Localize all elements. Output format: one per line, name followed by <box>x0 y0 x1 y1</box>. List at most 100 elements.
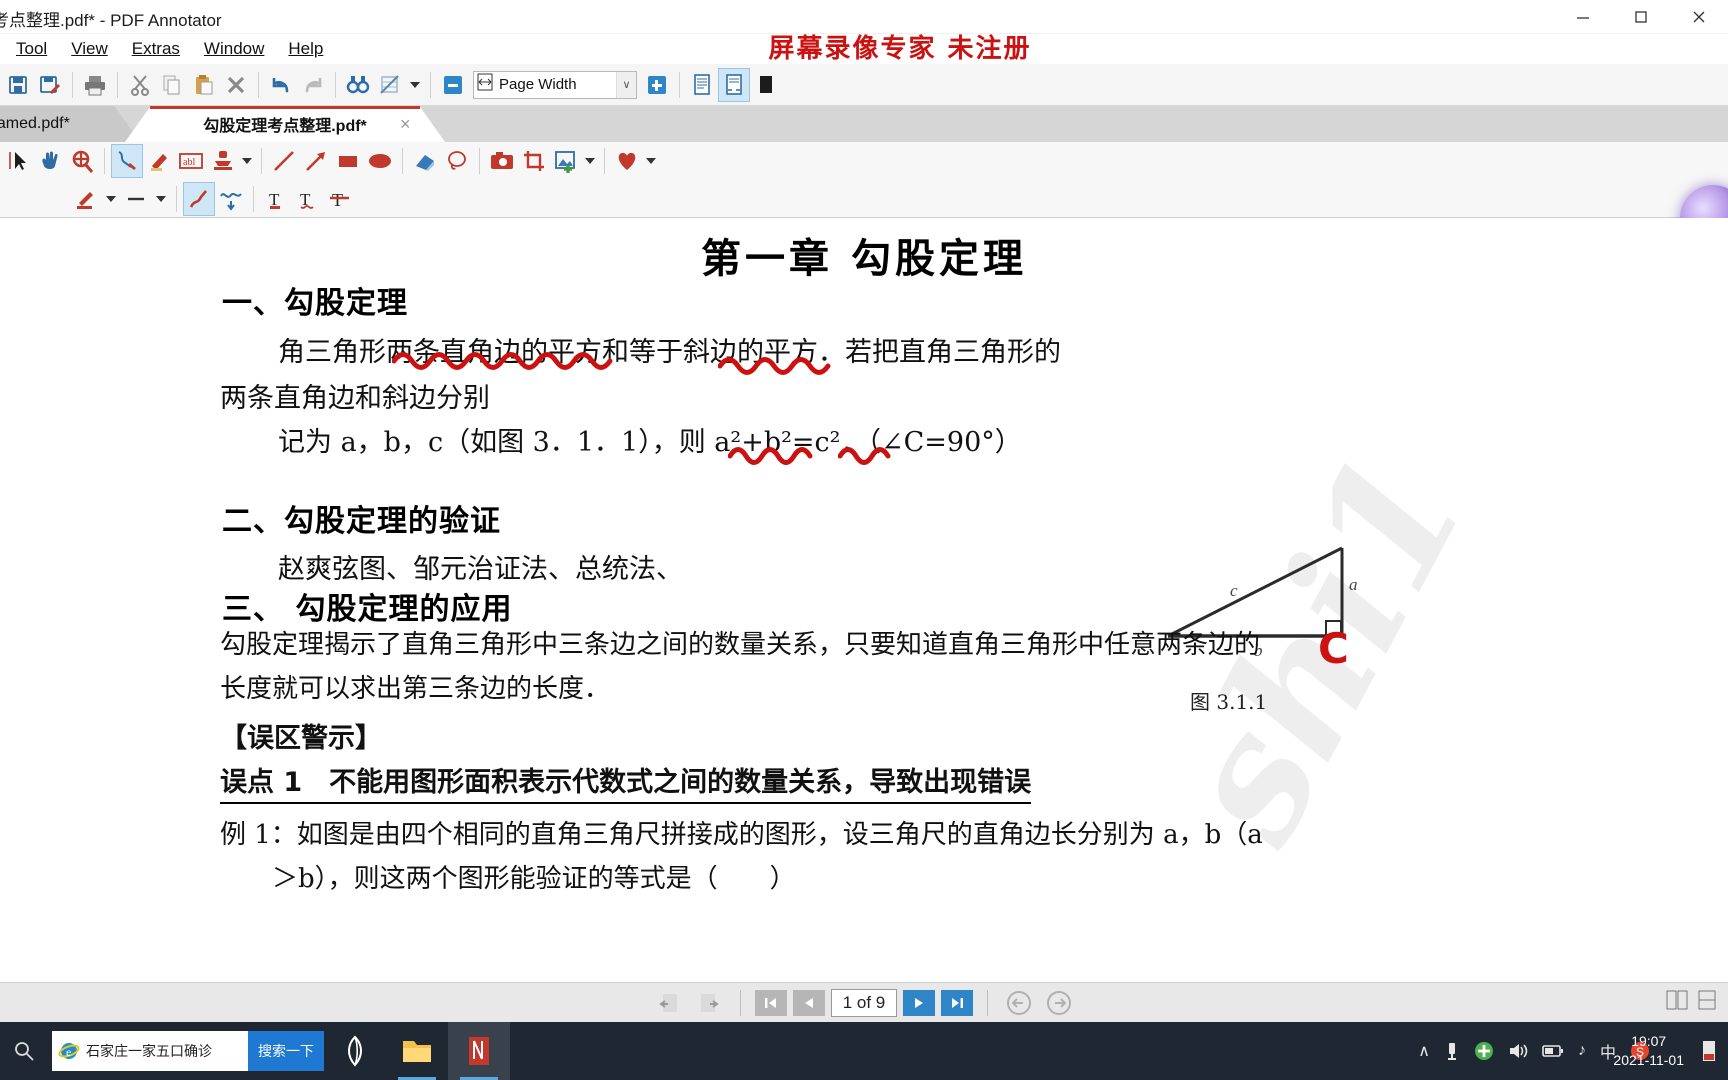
highlighter-icon[interactable] <box>143 144 175 178</box>
search-submit-button[interactable]: 搜索一下 <box>248 1031 324 1071</box>
navigate-forward-icon[interactable] <box>1042 989 1076 1017</box>
taskbar-search-box[interactable]: e 石家庄一家五口确诊 搜索一下 <box>52 1031 324 1071</box>
text-box-icon[interactable]: abl <box>175 144 207 178</box>
view-full-screen-icon[interactable] <box>750 68 782 102</box>
select-cursor-icon[interactable] <box>2 144 34 178</box>
menu-view[interactable]: View <box>59 37 120 61</box>
toolbar-separator <box>402 148 403 174</box>
favorite-caret-icon[interactable] <box>643 144 659 178</box>
cut-icon[interactable] <box>124 68 156 102</box>
pdf-document-view[interactable]: shi1 第一章 勾股定理 一、勾股定理 角三角形两条直角边的平方和等于斜边的平… <box>0 218 1728 982</box>
copy-icon[interactable] <box>156 68 188 102</box>
page-indicator[interactable]: 1 of 9 <box>831 988 897 1017</box>
pdf-annotator-window: 考点整理.pdf* - PDF Annotator Tool View Extr… <box>0 0 1728 1080</box>
paste-icon[interactable] <box>188 68 220 102</box>
snapshot-camera-icon[interactable] <box>486 144 518 178</box>
warning-heading: 【误区警示】 <box>220 723 382 754</box>
pen-color-icon[interactable] <box>70 182 102 216</box>
menu-window[interactable]: Window <box>192 37 276 61</box>
text-subscript-icon[interactable]: T <box>292 182 324 216</box>
undo-icon[interactable] <box>265 68 297 102</box>
scroll-mode-icon[interactable] <box>1696 990 1718 1015</box>
navigate-back-icon[interactable] <box>1002 989 1036 1017</box>
tab-unnamed-pdf[interactable]: named.pdf* <box>0 106 140 142</box>
save-as-icon[interactable] <box>34 68 66 102</box>
clock-time: 19:07 <box>1631 1033 1667 1050</box>
insert-image-caret-icon[interactable] <box>582 144 598 178</box>
ink-letter-C-annotation: C <box>1318 624 1349 673</box>
save-icon[interactable] <box>2 68 34 102</box>
next-view-icon[interactable] <box>692 989 726 1017</box>
menu-help[interactable]: Help <box>276 37 335 61</box>
pen-width-icon[interactable] <box>120 182 152 216</box>
insert-image-icon[interactable] <box>550 144 582 178</box>
taskbar-clock[interactable]: 19:07 2021-11-01 <box>1613 1032 1684 1070</box>
close-button[interactable] <box>1670 0 1728 34</box>
maximize-button[interactable] <box>1612 0 1670 34</box>
task-pdf-annotator-icon[interactable] <box>448 1022 510 1080</box>
tray-volume-icon[interactable] <box>1508 1042 1528 1060</box>
pen-width-caret-icon[interactable] <box>152 182 170 216</box>
freehand-smooth-icon[interactable] <box>183 181 215 216</box>
tray-battery-icon[interactable] <box>1542 1043 1564 1059</box>
menu-window-label: Window <box>203 39 265 58</box>
tab-gougu-pdf[interactable]: 勾股定理考点整理.pdf* <box>125 106 445 142</box>
crop-icon[interactable] <box>518 144 550 178</box>
tray-usb-icon[interactable] <box>1444 1041 1460 1061</box>
eraser-icon[interactable] <box>409 144 441 178</box>
zoom-magnifier-icon[interactable] <box>66 144 98 178</box>
pan-hand-icon[interactable] <box>34 144 66 178</box>
tab-close-icon[interactable]: × <box>400 114 411 135</box>
tray-chevron-up-icon[interactable]: ∧ <box>1418 1041 1430 1061</box>
dropdown-caret-icon[interactable] <box>406 68 424 102</box>
svg-text:c: c <box>1230 581 1238 600</box>
pen-color-caret-icon[interactable] <box>102 182 120 216</box>
erase-page-icon[interactable] <box>374 68 406 102</box>
minimize-button[interactable] <box>1554 0 1612 34</box>
toolbar-separator <box>72 71 73 98</box>
svg-text:T: T <box>332 190 343 210</box>
zoom-level-combobox[interactable]: Page Width ∨ <box>473 70 637 99</box>
tray-shield-icon[interactable] <box>1474 1041 1494 1061</box>
toolbar-separator <box>258 71 259 98</box>
show-desktop-icon[interactable] <box>1694 1029 1724 1073</box>
lasso-icon[interactable] <box>441 144 473 178</box>
redo-icon[interactable] <box>297 68 329 102</box>
delete-icon[interactable] <box>220 68 252 102</box>
clock-date: 2021-11-01 <box>1613 1052 1684 1068</box>
task-explorer-icon[interactable] <box>386 1022 448 1080</box>
toolbar-separator <box>253 185 254 212</box>
arrow-icon[interactable] <box>300 144 332 178</box>
next-page-button[interactable] <box>903 989 935 1016</box>
menu-tool[interactable]: Tool <box>4 37 59 61</box>
section-3-line-2: 长度就可以求出第三条边的长度． <box>220 674 611 704</box>
start-search-icon[interactable] <box>0 1041 48 1061</box>
text-style-icon[interactable]: T <box>260 182 292 216</box>
first-page-button[interactable] <box>755 989 787 1016</box>
squiggle-icon[interactable] <box>215 182 247 216</box>
view-single-page-icon[interactable] <box>686 68 718 102</box>
prev-view-icon[interactable] <box>652 989 686 1017</box>
tray-music-icon[interactable]: ♪ <box>1578 1042 1586 1060</box>
last-page-button[interactable] <box>941 989 973 1016</box>
task-browser-icon[interactable] <box>324 1022 386 1080</box>
menu-extras[interactable]: Extras <box>120 37 192 61</box>
zoom-out-button[interactable] <box>437 68 469 102</box>
zoom-in-button[interactable] <box>641 68 673 102</box>
ellipse-icon[interactable] <box>364 144 396 178</box>
favorite-heart-icon[interactable] <box>611 144 643 178</box>
print-icon[interactable] <box>79 68 111 102</box>
annotation-toolbar: abl <box>0 142 1728 180</box>
find-icon[interactable] <box>342 68 374 102</box>
stamp-caret-icon[interactable] <box>239 144 255 178</box>
rectangle-icon[interactable] <box>332 144 364 178</box>
chevron-down-icon[interactable]: ∨ <box>616 71 636 98</box>
previous-page-button[interactable] <box>793 989 825 1016</box>
page-layout-icon[interactable] <box>1666 990 1688 1015</box>
text-strikethrough-icon[interactable]: T <box>324 182 356 216</box>
line-icon[interactable] <box>268 144 300 178</box>
pen-tool-icon[interactable] <box>111 144 143 178</box>
stamp-icon[interactable] <box>207 144 239 178</box>
view-fit-page-icon[interactable] <box>718 67 750 102</box>
toolbar-separator <box>679 71 680 98</box>
